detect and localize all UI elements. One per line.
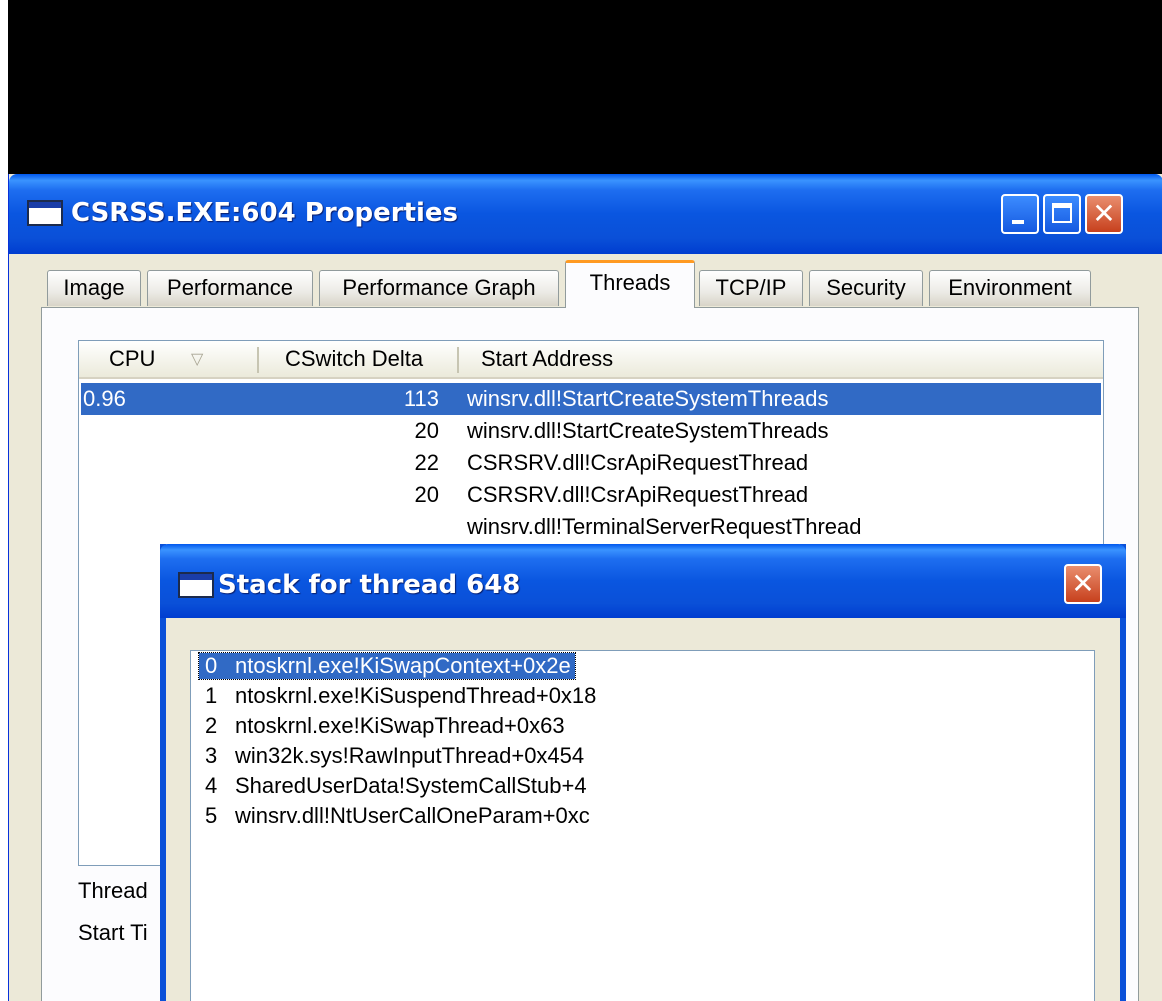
thread-cswitch-delta: 20 — [414, 482, 439, 507]
stack-close-button[interactable]: ✕ — [1064, 564, 1102, 604]
stack-frame-index: 1 — [205, 683, 218, 708]
properties-titlebar[interactable]: CSRSS.EXE:604 Properties ✕ — [9, 174, 1162, 254]
column-divider[interactable] — [457, 347, 459, 373]
column-header-cswitch-delta[interactable]: CSwitch Delta — [285, 341, 423, 377]
window-icon — [178, 572, 214, 598]
thread-start-address: winsrv.dll!StartCreateSystemThreads — [467, 386, 829, 411]
sort-descending-icon: ▽ — [191, 351, 204, 368]
window-title: CSRSS.EXE:604 Properties — [71, 198, 459, 228]
stack-frame-symbol: ntoskrnl.exe!KiSuspendThread+0x18 — [235, 683, 597, 708]
maximize-button[interactable] — [1043, 194, 1081, 234]
screen: CSRSS.EXE:604 Properties ✕ Image Perform… — [0, 0, 1162, 1001]
thread-label: Thread — [78, 878, 148, 903]
stack-frame-row[interactable]: 3 win32k.sys!RawInputThread+0x454 — [199, 743, 584, 773]
thread-cswitch-delta: 22 — [414, 450, 439, 475]
tab-performance[interactable]: Performance — [147, 270, 313, 306]
window-icon — [27, 200, 63, 226]
stack-frame-index: 3 — [205, 743, 218, 768]
stack-frame-symbol: winsrv.dll!NtUserCallOneParam+0xc — [235, 803, 590, 828]
stack-dialog: Stack for thread 648 ✕ 0 ntoskrnl.exe!KiS… — [160, 544, 1126, 1001]
thread-start-address: CSRSRV.dll!CsrApiRequestThread — [467, 450, 809, 475]
thread-start-address: winsrv.dll!TerminalServerRequestThread — [467, 514, 862, 539]
stack-dialog-title: Stack for thread 648 — [218, 570, 521, 600]
thread-cpu: 0.96 — [83, 386, 126, 411]
tab-image[interactable]: Image — [47, 270, 141, 306]
tab-threads[interactable]: Threads — [565, 260, 695, 308]
stack-frame-index: 0 — [205, 653, 218, 678]
stack-frame-row[interactable]: 5 winsrv.dll!NtUserCallOneParam+0xc — [199, 803, 590, 833]
thread-cswitch-delta: 20 — [414, 418, 439, 443]
stack-frame-index: 5 — [205, 803, 218, 828]
stack-frame-row[interactable]: 1 ntoskrnl.exe!KiSuspendThread+0x18 — [199, 683, 596, 713]
thread-row[interactable]: 20 winsrv.dll!StartCreateSystemThreads — [81, 415, 1101, 447]
close-icon: ✕ — [1071, 567, 1095, 600]
stack-frame-symbol: ntoskrnl.exe!KiSwapThread+0x63 — [235, 713, 565, 738]
black-background — [8, 0, 1162, 174]
stack-frame-symbol: ntoskrnl.exe!KiSwapContext+0x2e — [235, 653, 571, 678]
column-header-cpu[interactable]: CPU — [109, 341, 155, 377]
tab-performance-graph[interactable]: Performance Graph — [319, 270, 559, 306]
column-header-start-address[interactable]: Start Address — [481, 341, 613, 377]
column-divider[interactable] — [257, 347, 259, 373]
thread-row[interactable]: 20 CSRSRV.dll!CsrApiRequestThread — [81, 479, 1101, 511]
thread-row[interactable]: 0.96 113 winsrv.dll!StartCreateSystemThr… — [81, 383, 1101, 415]
stack-frame-index: 4 — [205, 773, 218, 798]
stack-frame-row[interactable]: 4 SharedUserData!SystemCallStub+4 — [199, 773, 587, 803]
minimize-button[interactable] — [1001, 194, 1039, 234]
stack-frame-selection: 0 ntoskrnl.exe!KiSwapContext+0x2e — [198, 652, 576, 680]
close-icon: ✕ — [1092, 197, 1116, 230]
tab-security[interactable]: Security — [809, 270, 923, 306]
thread-start-address: CSRSRV.dll!CsrApiRequestThread — [467, 482, 809, 507]
thread-start-address: winsrv.dll!StartCreateSystemThreads — [467, 418, 829, 443]
stack-frame-row[interactable]: 2 ntoskrnl.exe!KiSwapThread+0x63 — [199, 713, 565, 743]
stack-dialog-titlebar[interactable]: Stack for thread 648 ✕ — [160, 544, 1126, 618]
tab-tcpip[interactable]: TCP/IP — [699, 270, 803, 306]
close-button[interactable]: ✕ — [1085, 194, 1123, 234]
start-time-label: Start Ti — [78, 920, 148, 945]
stack-frame-symbol: win32k.sys!RawInputThread+0x454 — [235, 743, 585, 768]
stack-frame-index: 2 — [205, 713, 218, 738]
thread-row[interactable]: winsrv.dll!TerminalServerRequestThread — [81, 511, 1101, 543]
thread-cswitch-delta: 113 — [403, 386, 439, 411]
tab-environment[interactable]: Environment — [929, 270, 1091, 306]
thread-row[interactable]: 22 CSRSRV.dll!CsrApiRequestThread — [81, 447, 1101, 479]
stack-frame-symbol: SharedUserData!SystemCallStub+4 — [235, 773, 587, 798]
stack-frames-list[interactable]: 0 ntoskrnl.exe!KiSwapContext+0x2e 1 ntoskr… — [190, 650, 1095, 1001]
stack-frame-row[interactable]: 0 ntoskrnl.exe!KiSwapContext+0x2e — [198, 652, 576, 683]
threads-list-header: CPU ▽ CSwitch Delta Start Address — [79, 341, 1103, 379]
